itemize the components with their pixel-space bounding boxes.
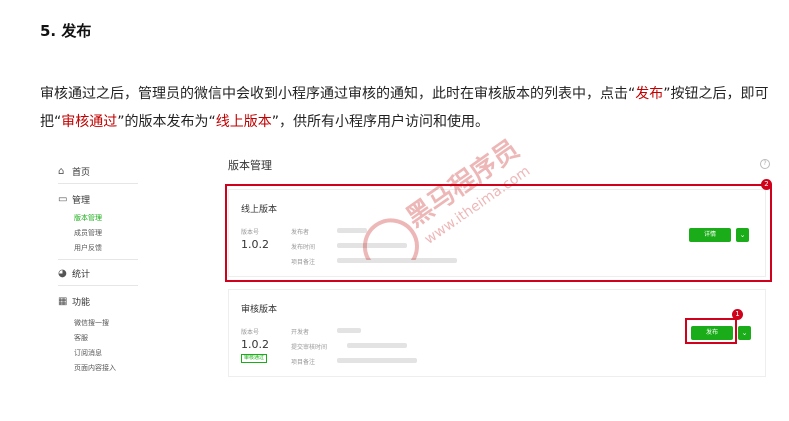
sidebar-item-features[interactable]: ▦ 功能 [58,295,90,308]
highlight-box-publish [685,318,737,344]
monitor-icon: ▭ [58,194,68,205]
field-label: 提交审核时间 [291,344,328,351]
step-marker-1: 1 [732,309,743,320]
sidebar-item-stats[interactable]: ◕ 统计 [58,267,90,280]
sidebar: ⌂ 首页 ▭ 管理 版本管理 成员管理 用户反馈 ◕ 统计 ▦ 功能 微信搜一搜 客服 … [42,147,150,379]
instruction-paragraph: 审核通过之后，管理员的微信中会收到小程序通过审核的通知，此时在审核版本的列表中，… [40,80,780,136]
sidebar-item-home[interactable]: ⌂ 首页 [58,165,90,178]
divider [58,285,138,286]
field-label: 项目备注 [291,359,316,366]
approved-badge: 审核通过 [241,354,268,363]
pie-chart-icon: ◕ [58,268,67,279]
sidebar-subitem-members[interactable]: 成员管理 [74,228,102,238]
sidebar-subitem-service[interactable]: 客服 [74,333,88,343]
highlight-approved: 审核通过 [61,114,118,130]
help-icon[interactable]: ? [760,159,770,169]
grid-icon: ▦ [58,296,68,307]
page-title: 版本管理 [228,159,272,172]
blurred-value [347,343,407,348]
highlight-online: 线上版本 [215,114,272,130]
divider [58,259,138,260]
field-label: 开发者 [291,329,310,336]
sidebar-item-manage[interactable]: ▭ 管理 [58,193,90,206]
version-label: 版本号 [241,329,260,336]
blurred-value [337,358,417,363]
para-text-1: 审核通过之后，管理员的微信中会收到小程序通过审核的通知，此时在审核版本的列表中，… [40,86,636,102]
highlight-publish: 发布 [635,86,664,102]
sidebar-subitem-content[interactable]: 页面内容接入 [74,363,116,373]
review-card-title: 审核版本 [241,305,278,315]
sidebar-subitem-search[interactable]: 微信搜一搜 [74,318,109,328]
section-heading: 5. 发布 [40,22,92,40]
para-text-4: ”，供所有小程序用户访问和使用。 [271,114,490,130]
console-screenshot: ⌂ 首页 ▭ 管理 版本管理 成员管理 用户反馈 ◕ 统计 ▦ 功能 微信搜一搜 客服 … [42,147,780,379]
review-version-number: 1.0.2 [241,338,269,351]
divider [58,183,138,184]
chevron-down-icon[interactable]: ⌄ [738,326,751,340]
sidebar-subitem-feedback[interactable]: 用户反馈 [74,243,102,253]
blurred-value [337,328,361,333]
step-marker-2: 2 [761,179,772,190]
highlight-box-online [225,184,772,282]
sidebar-subitem-subscribe[interactable]: 订阅消息 [74,348,102,358]
sidebar-subitem-version[interactable]: 版本管理 [74,213,102,223]
home-icon: ⌂ [58,166,65,177]
para-text-3: ”的版本发布为“ [117,114,216,130]
